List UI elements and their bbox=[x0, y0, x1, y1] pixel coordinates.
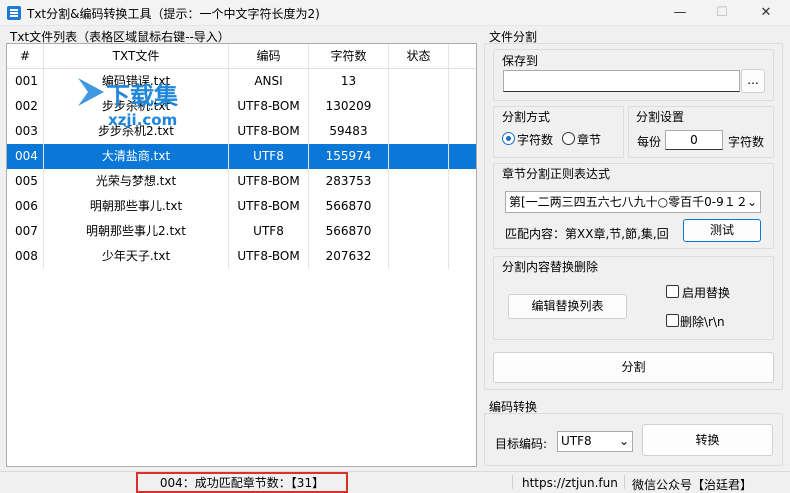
chevron-down-icon: ⌄ bbox=[618, 434, 629, 448]
column-header-status[interactable]: 状态 bbox=[389, 44, 449, 68]
cell-status bbox=[389, 119, 449, 144]
table-row[interactable]: 007 明朝那些事儿2.txt UTF8 566870 bbox=[7, 219, 476, 244]
table-row[interactable]: 008 少年天子.txt UTF8-BOM 207632 bbox=[7, 244, 476, 269]
per-count-input[interactable]: 0 bbox=[665, 130, 723, 150]
replace-label: 分割内容替换删除 bbox=[502, 260, 599, 274]
target-encoding-value: UTF8 bbox=[561, 434, 592, 448]
cell-encoding: UTF8-BOM bbox=[229, 169, 309, 194]
close-button[interactable]: ✕ bbox=[744, 0, 788, 26]
cell-encoding: UTF8-BOM bbox=[229, 94, 309, 119]
cell-num: 007 bbox=[7, 219, 44, 244]
cell-encoding: UTF8-BOM bbox=[229, 244, 309, 269]
cell-status bbox=[389, 169, 449, 194]
title-bar: Txt分割&编码转换工具（提示：一个中文字符长度为2) — ☐ ✕ bbox=[0, 0, 790, 26]
split-button[interactable]: 分割 bbox=[493, 352, 774, 383]
cell-num: 002 bbox=[7, 94, 44, 119]
split-settings-label: 分割设置 bbox=[636, 110, 685, 124]
cell-chars: 207632 bbox=[309, 244, 389, 269]
cell-encoding: UTF8-BOM bbox=[229, 119, 309, 144]
column-header-chars[interactable]: 字符数 bbox=[309, 44, 389, 68]
watermark-text-bottom: xzji.com bbox=[108, 111, 177, 129]
column-header-encoding[interactable]: 编码 bbox=[229, 44, 309, 68]
table-row[interactable]: 006 明朝那些事儿.txt UTF8-BOM 566870 bbox=[7, 194, 476, 219]
status-wechat: 微信公众号【治廷君】 bbox=[632, 478, 753, 492]
test-button[interactable]: 测试 bbox=[683, 219, 761, 242]
edit-replace-button[interactable]: 编辑替换列表 bbox=[508, 294, 627, 319]
regex-value: 第[一二两三四五六七八九十○零百千0-9１２ bbox=[509, 195, 748, 209]
cell-chars: 59483 bbox=[309, 119, 389, 144]
table-row[interactable]: 004 大清盐商.txt UTF8 155974 bbox=[7, 144, 476, 169]
cell-file: 大清盐商.txt bbox=[44, 144, 229, 169]
cell-chars: 130209 bbox=[309, 94, 389, 119]
cell-num: 004 bbox=[7, 144, 44, 169]
table-row[interactable]: 005 光荣与梦想.txt UTF8-BOM 283753 bbox=[7, 169, 476, 194]
cell-status bbox=[389, 219, 449, 244]
cell-file: 少年天子.txt bbox=[44, 244, 229, 269]
enable-replace-checkbox[interactable] bbox=[666, 285, 679, 298]
cell-encoding: UTF8 bbox=[229, 144, 309, 169]
cell-status bbox=[389, 244, 449, 269]
minimize-button[interactable]: — bbox=[658, 0, 702, 26]
mode-chapter-label[interactable]: 章节 bbox=[577, 131, 601, 148]
regex-select[interactable]: 第[一二两三四五六七八九十○零百千0-9１２ ⌄ bbox=[505, 191, 761, 213]
cell-file: 光荣与梦想.txt bbox=[44, 169, 229, 194]
cell-file: 明朝那些事儿.txt bbox=[44, 194, 229, 219]
delete-crlf-label[interactable]: 删除\r\n bbox=[680, 313, 725, 330]
cell-chars: 283753 bbox=[309, 169, 389, 194]
chevron-down-icon: ⌄ bbox=[746, 195, 757, 209]
watermark-text-top: 下载集 bbox=[106, 82, 179, 110]
per-label: 每份 bbox=[637, 135, 662, 149]
cell-num: 001 bbox=[7, 69, 44, 94]
cell-encoding: UTF8-BOM bbox=[229, 194, 309, 219]
match-text: 匹配内容：第XX章,节,節,集,回 bbox=[505, 227, 669, 241]
cell-encoding: ANSI bbox=[229, 69, 309, 94]
status-message: 004：成功匹配章节数：【31】 bbox=[136, 472, 348, 493]
mode-chapter-radio[interactable] bbox=[562, 132, 575, 145]
regex-label: 章节分割正则表达式 bbox=[502, 167, 611, 181]
cell-num: 003 bbox=[7, 119, 44, 144]
enable-replace-label[interactable]: 启用替换 bbox=[682, 284, 730, 301]
cell-chars: 566870 bbox=[309, 194, 389, 219]
cell-chars: 13 bbox=[309, 69, 389, 94]
maximize-button[interactable]: ☐ bbox=[700, 0, 744, 26]
cell-chars: 566870 bbox=[309, 219, 389, 244]
table-header: # TXT文件 编码 字符数 状态 bbox=[7, 44, 476, 69]
window-title: Txt分割&编码转换工具（提示：一个中文字符长度为2) bbox=[27, 7, 320, 21]
target-encoding-select[interactable]: UTF8 ⌄ bbox=[557, 431, 633, 452]
cell-file: 明朝那些事儿2.txt bbox=[44, 219, 229, 244]
column-header-num[interactable]: # bbox=[7, 44, 44, 68]
cell-chars: 155974 bbox=[309, 144, 389, 169]
cell-num: 006 bbox=[7, 194, 44, 219]
save-path-input[interactable] bbox=[503, 70, 740, 92]
status-divider bbox=[624, 475, 625, 489]
app-icon bbox=[7, 6, 21, 20]
cell-status bbox=[389, 144, 449, 169]
cell-num: 005 bbox=[7, 169, 44, 194]
cell-encoding: UTF8 bbox=[229, 219, 309, 244]
cell-status bbox=[389, 194, 449, 219]
status-divider bbox=[512, 475, 513, 489]
mode-chars-radio[interactable] bbox=[502, 132, 515, 145]
delete-crlf-checkbox[interactable] bbox=[666, 314, 679, 327]
cell-status bbox=[389, 94, 449, 119]
per-unit-label: 字符数 bbox=[728, 135, 765, 149]
cell-num: 008 bbox=[7, 244, 44, 269]
cell-status bbox=[389, 69, 449, 94]
column-header-file[interactable]: TXT文件 bbox=[44, 44, 229, 68]
split-mode-label: 分割方式 bbox=[502, 110, 551, 124]
browse-button[interactable]: ... bbox=[741, 69, 765, 93]
save-to-label: 保存到 bbox=[502, 54, 539, 68]
mode-chars-label[interactable]: 字符数 bbox=[517, 131, 553, 148]
watermark-logo: 下载集 xzji.com bbox=[78, 78, 179, 129]
target-encoding-label: 目标编码: bbox=[495, 437, 548, 451]
status-url[interactable]: https://ztjun.fun bbox=[522, 476, 618, 490]
convert-button[interactable]: 转换 bbox=[642, 424, 773, 456]
status-bar: 004：成功匹配章节数：【31】 https://ztjun.fun 微信公众号… bbox=[0, 471, 790, 493]
